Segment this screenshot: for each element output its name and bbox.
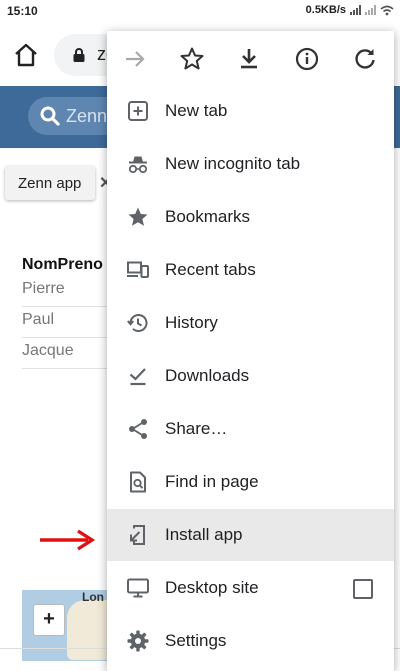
menu-item-recent-tabs[interactable]: Recent tabs	[107, 244, 394, 296]
menu-icon-bar	[107, 31, 394, 85]
signal-2-icon	[365, 5, 376, 15]
desktop-icon	[127, 578, 149, 598]
install-app-icon	[130, 525, 145, 545]
table-header: NomPreno	[22, 256, 103, 273]
menu-item-label: Install app	[165, 525, 243, 544]
recent-tabs-icon	[127, 261, 149, 278]
home-icon[interactable]	[10, 39, 42, 71]
red-arrow-annotation	[40, 529, 96, 551]
download-icon[interactable]	[235, 45, 263, 73]
menu-item-label: Find in page	[165, 472, 259, 491]
search-icon	[40, 106, 60, 126]
signal-icon	[350, 5, 361, 15]
menu-item-label: New incognito tab	[165, 154, 301, 173]
new-tab-icon	[128, 101, 148, 121]
menu-item-find-in-page[interactable]: Find in page	[107, 456, 394, 508]
table-row: Jacque	[22, 337, 112, 369]
menu-item-new-incognito-tab[interactable]: New incognito tab	[107, 138, 394, 190]
menu-item-label: Recent tabs	[165, 260, 256, 279]
menu-item-settings[interactable]: Settings	[107, 615, 394, 667]
status-bar: 15:10 0.5KB/s	[0, 0, 400, 22]
menu-item-bookmarks[interactable]: Bookmarks	[107, 191, 394, 243]
history-icon	[127, 314, 148, 332]
menu-item-install-app[interactable]: Install app	[107, 509, 394, 561]
share-icon	[129, 419, 147, 439]
forward-icon[interactable]	[121, 45, 149, 73]
network-speed: 0.5KB/s	[305, 4, 346, 16]
map-widget[interactable]: Lon +	[22, 590, 112, 661]
map-zoom-in-button[interactable]: +	[33, 604, 65, 636]
bookmark-star-icon[interactable]	[178, 45, 206, 73]
incognito-icon	[128, 156, 148, 174]
downloads-icon	[129, 368, 146, 386]
site-search-placeholder: Zenn	[66, 106, 108, 126]
menu-item-label: Downloads	[165, 366, 250, 385]
menu-item-label: Settings	[165, 631, 227, 650]
table-cell: Pierre	[22, 280, 65, 297]
status-time: 15:10	[7, 4, 38, 18]
find-in-page-icon	[130, 471, 146, 493]
star-icon	[128, 207, 148, 226]
wifi-icon	[380, 5, 394, 15]
menu-item-history[interactable]: History	[107, 297, 394, 349]
zenn-app-chip[interactable]: Zenn app	[5, 166, 95, 200]
desktop-site-checkbox[interactable]	[353, 579, 373, 599]
chip-label: Zenn app	[18, 175, 82, 192]
table-row: Paul	[22, 306, 112, 338]
menu-item-new-tab[interactable]: New tab	[107, 85, 394, 137]
overflow-menu: New tab New incognito tab Bookmarks Rece…	[107, 31, 394, 671]
table-cell: Paul	[22, 311, 55, 328]
table-row: Pierre	[22, 275, 112, 307]
menu-item-desktop-site[interactable]: Desktop site	[107, 562, 394, 614]
refresh-icon[interactable]	[351, 45, 379, 73]
status-indicators: 0.5KB/s	[306, 4, 394, 16]
info-icon[interactable]	[293, 45, 321, 73]
menu-item-label: Desktop site	[165, 578, 259, 597]
map-label: Lon	[82, 590, 104, 604]
menu-item-label: Bookmarks	[165, 207, 251, 226]
menu-item-label: Share…	[165, 419, 228, 438]
settings-icon	[127, 630, 149, 652]
table-cell: Jacque	[22, 342, 74, 359]
menu-item-label: History	[165, 313, 218, 332]
map-land	[67, 600, 112, 660]
menu-item-downloads[interactable]: Downloads	[107, 350, 394, 402]
lock-icon[interactable]	[72, 47, 86, 63]
menu-item-label: New tab	[165, 101, 228, 120]
menu-item-share[interactable]: Share…	[107, 403, 394, 455]
